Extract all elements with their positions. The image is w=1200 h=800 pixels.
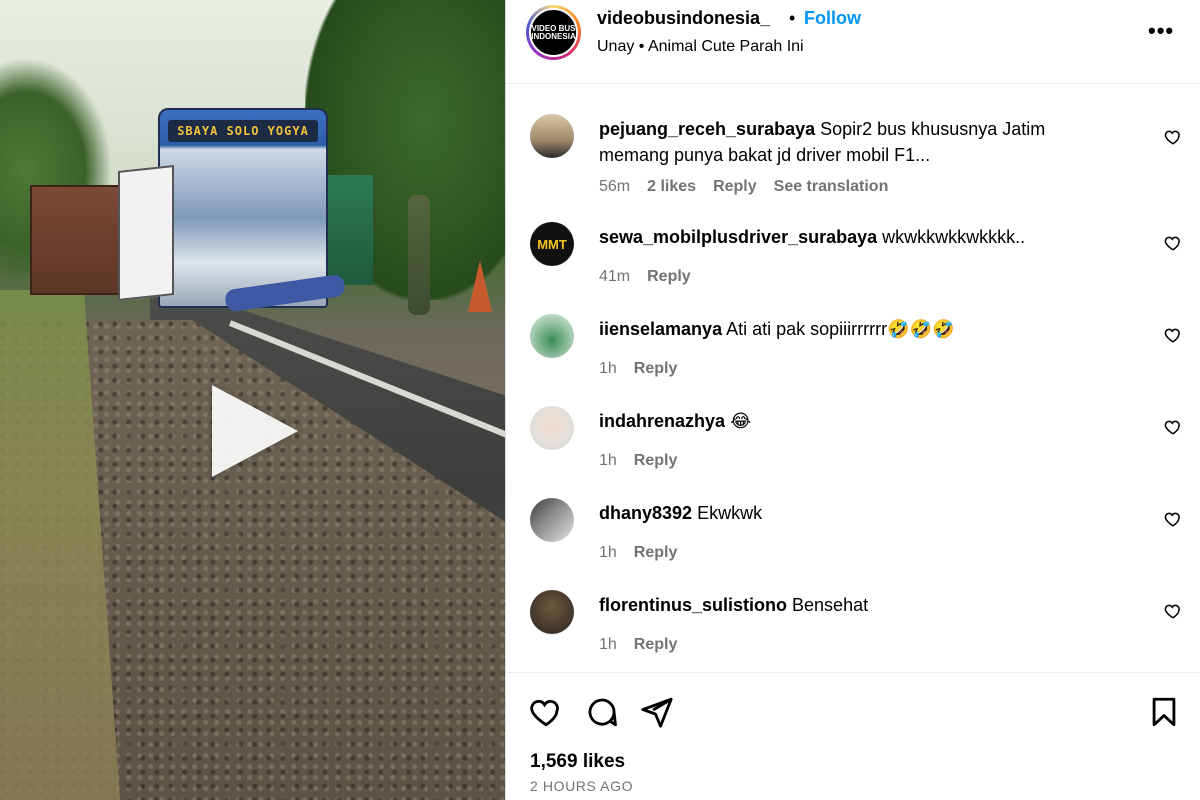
video-frame-bus-door — [118, 165, 174, 301]
video-frame-bus: SBAYA SOLO YOGYA — [158, 108, 328, 308]
comment-text: dhany8392 Ekwkwk — [599, 500, 1119, 526]
comment-text: sewa_mobilplusdriver_surabaya wkwkkwkkwk… — [599, 224, 1119, 250]
comment-list[interactable]: pejuang_receh_surabaya Sopir2 bus khusus… — [506, 84, 1200, 672]
like-comment-heart-icon[interactable] — [1164, 510, 1182, 528]
comment-username[interactable]: florentinus_sulistiono — [599, 595, 787, 615]
avatar[interactable] — [530, 314, 574, 358]
video-player[interactable]: SBAYA SOLO YOGYA — [0, 0, 505, 800]
comment-body: Bensehat — [792, 595, 869, 615]
like-comment-heart-icon[interactable] — [1164, 326, 1182, 344]
share-paper-plane-icon[interactable] — [640, 695, 674, 729]
comment-item: MMT sewa_mobilplusdriver_surabaya wkwkkw… — [506, 192, 1200, 285]
avatar[interactable] — [530, 114, 574, 158]
reply-button[interactable]: Reply — [634, 636, 678, 654]
comment-body: wkwkkwkkwkkkk.. — [882, 227, 1026, 247]
comment-body: Ekwkwk — [697, 503, 763, 523]
avatar[interactable] — [530, 406, 574, 450]
follow-button[interactable]: Follow — [804, 8, 861, 29]
comment-item: dhany8392 Ekwkwk 1h Reply — [506, 468, 1200, 561]
comment-text: pejuang_receh_surabaya Sopir2 bus khusus… — [599, 116, 1119, 168]
bus-destination-sign: SBAYA SOLO YOGYA — [168, 120, 318, 142]
comment-item: florentinus_sulistiono Bensehat 1h Reply — [506, 560, 1200, 654]
avatar[interactable]: MMT — [530, 222, 574, 266]
comment-text: indahrenazhya 😂 — [599, 408, 1119, 434]
comment-body: Ati ati pak sopiiirrrrrr🤣🤣🤣 — [726, 319, 955, 339]
more-options-icon[interactable]: ••• — [1148, 18, 1174, 44]
comment-time[interactable]: 1h — [599, 636, 617, 654]
video-frame-person — [408, 195, 430, 315]
avatar[interactable] — [530, 590, 574, 634]
audio-track[interactable]: Unay • Animal Cute Parah Ini — [597, 38, 804, 56]
post-actions: 1,569 likes 2 HOURS AGO — [506, 672, 1200, 800]
comment-meta: 1h Reply — [599, 636, 677, 654]
like-comment-heart-icon[interactable] — [1164, 234, 1182, 252]
story-ring[interactable]: VIDEO BUS INDONESIA — [526, 5, 581, 60]
post-username[interactable]: videobusindonesia_ — [597, 8, 770, 29]
like-heart-icon[interactable] — [529, 695, 563, 729]
separator-dot: • — [789, 8, 796, 28]
comment-username[interactable]: dhany8392 — [599, 503, 692, 523]
like-comment-heart-icon[interactable] — [1164, 128, 1182, 146]
bookmark-icon[interactable] — [1147, 695, 1181, 729]
post-timestamp[interactable]: 2 HOURS AGO — [530, 778, 633, 794]
like-comment-heart-icon[interactable] — [1164, 418, 1182, 436]
likes-count[interactable]: 1,569 likes — [530, 751, 625, 773]
comment-username[interactable]: indahrenazhya — [599, 411, 725, 431]
comment-item: pejuang_receh_surabaya Sopir2 bus khusus… — [506, 84, 1200, 195]
play-icon[interactable] — [212, 385, 298, 477]
comment-username[interactable]: iienselamanya — [599, 319, 722, 339]
comment-bubble-icon[interactable] — [585, 695, 619, 729]
comment-text: florentinus_sulistiono Bensehat — [599, 592, 1119, 618]
video-frame-cone — [468, 260, 492, 312]
comment-item: iienselamanya Ati ati pak sopiiirrrrrr🤣🤣… — [506, 284, 1200, 377]
post-side-panel: VIDEO BUS INDONESIA videobusindonesia_ •… — [505, 0, 1200, 800]
comment-text: iienselamanya Ati ati pak sopiiirrrrrr🤣🤣… — [599, 316, 1119, 342]
like-comment-heart-icon[interactable] — [1164, 602, 1182, 620]
post-header: VIDEO BUS INDONESIA videobusindonesia_ •… — [506, 0, 1200, 84]
comment-username[interactable]: pejuang_receh_surabaya — [599, 119, 815, 139]
video-frame-truck — [30, 185, 125, 295]
comment-username[interactable]: sewa_mobilplusdriver_surabaya — [599, 227, 877, 247]
avatar[interactable] — [530, 498, 574, 542]
comment-body: 😂 — [730, 411, 752, 431]
avatar[interactable]: VIDEO BUS INDONESIA — [529, 8, 578, 57]
comment-item: indahrenazhya 😂 1h Reply — [506, 376, 1200, 469]
